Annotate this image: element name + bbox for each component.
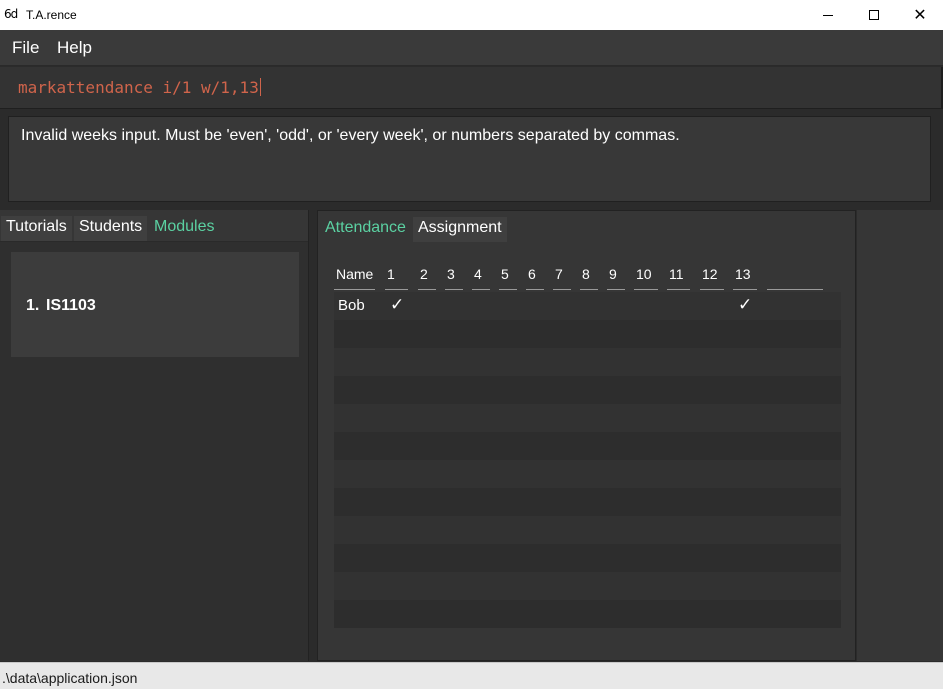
status-bar: .\data\application.json xyxy=(0,662,943,689)
tab-assignment[interactable]: Assignment xyxy=(413,217,507,242)
maximize-button[interactable] xyxy=(851,0,897,30)
minimize-icon xyxy=(823,14,833,16)
title-bar: 6d T.A.rence ✕ xyxy=(0,0,943,30)
column-header-week-11[interactable]: 11 xyxy=(667,266,690,290)
tab-tutorials[interactable]: Tutorials xyxy=(1,216,72,241)
column-header-filler xyxy=(767,266,823,290)
table-row-empty xyxy=(334,488,841,516)
module-index: 1. xyxy=(26,297,40,314)
attendance-name-cell: Bob xyxy=(338,297,365,314)
column-header-name[interactable]: Name xyxy=(334,266,375,290)
column-header-week-6[interactable]: 6 xyxy=(526,266,544,290)
table-row-empty xyxy=(334,600,841,628)
column-header-week-1[interactable]: 1 xyxy=(385,266,408,290)
minimize-button[interactable] xyxy=(805,0,851,30)
panel-gap xyxy=(309,210,317,661)
save-location-path: .\data\application.json xyxy=(2,670,138,686)
table-row-empty xyxy=(334,544,841,572)
table-row[interactable]: Bob ✓ ✓ xyxy=(334,292,841,320)
column-header-week-2[interactable]: 2 xyxy=(418,266,436,290)
menu-bar: File Help xyxy=(0,30,943,66)
maximize-icon xyxy=(869,10,879,20)
window-title: T.A.rence xyxy=(26,8,77,22)
column-header-week-7[interactable]: 7 xyxy=(553,266,571,290)
table-row-empty xyxy=(334,460,841,488)
menu-file[interactable]: File xyxy=(12,38,39,58)
result-display-area: Invalid weeks input. Must be 'even', 'od… xyxy=(0,110,943,208)
module-list: 1. IS1103 xyxy=(0,242,308,661)
command-input[interactable]: markattendance i/1 w/1,13 xyxy=(18,78,261,97)
result-message: Invalid weeks input. Must be 'even', 'od… xyxy=(21,127,680,144)
empty-right-area xyxy=(857,210,943,661)
table-row-empty xyxy=(334,572,841,600)
table-row-empty xyxy=(334,432,841,460)
checkmark-icon: ✓ xyxy=(390,295,405,315)
result-display[interactable]: Invalid weeks input. Must be 'even', 'od… xyxy=(8,116,931,202)
column-header-week-5[interactable]: 5 xyxy=(499,266,517,290)
app-logo-icon: 6d xyxy=(4,7,18,21)
module-code: IS1103 xyxy=(46,297,96,314)
column-header-week-13[interactable]: 13 xyxy=(733,266,757,290)
detail-panel: Attendance Assignment Name 1 2 3 4 5 6 7… xyxy=(317,210,856,661)
left-panel: Tutorials Students Modules 1. IS1103 xyxy=(0,210,309,661)
column-header-week-8[interactable]: 8 xyxy=(580,266,598,290)
tab-modules[interactable]: Modules xyxy=(149,216,219,241)
tab-attendance[interactable]: Attendance xyxy=(320,217,411,242)
table-row-empty xyxy=(334,404,841,432)
column-header-week-12[interactable]: 12 xyxy=(700,266,724,290)
command-box[interactable]: markattendance i/1 w/1,13 xyxy=(0,67,943,109)
checkmark-icon: ✓ xyxy=(738,295,753,315)
table-row-empty xyxy=(334,348,841,376)
menu-help[interactable]: Help xyxy=(57,38,92,58)
table-row-empty xyxy=(334,516,841,544)
table-row-empty xyxy=(334,320,841,348)
close-button[interactable]: ✕ xyxy=(897,0,943,30)
column-header-week-3[interactable]: 3 xyxy=(445,266,463,290)
module-card[interactable]: 1. IS1103 xyxy=(11,252,299,357)
text-caret xyxy=(259,78,261,96)
close-icon: ✕ xyxy=(913,5,927,24)
command-input-value: markattendance i/1 w/1,13 xyxy=(18,78,259,97)
column-header-week-4[interactable]: 4 xyxy=(472,266,490,290)
table-row-empty xyxy=(334,376,841,404)
tab-students[interactable]: Students xyxy=(74,216,148,241)
column-header-week-9[interactable]: 9 xyxy=(607,266,625,290)
column-header-week-10[interactable]: 10 xyxy=(634,266,658,290)
